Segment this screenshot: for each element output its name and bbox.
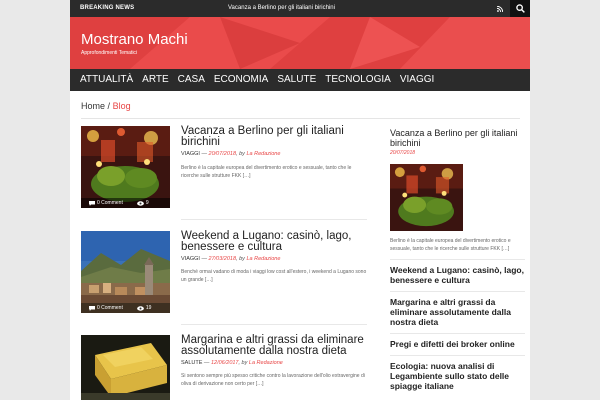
- post-thumbnail[interactable]: 0 Comment 9: [81, 126, 170, 208]
- butter-photo-icon: [81, 335, 170, 400]
- meta-dash: —: [199, 151, 209, 157]
- site-description: Approfondimenti Tematici: [81, 50, 138, 56]
- comment-count-text: 0 Comment: [97, 305, 123, 311]
- top-bar: BREAKING NEWS Vacanza a Berlino per gli …: [70, 0, 530, 17]
- post-author[interactable]: La Redazione: [249, 360, 283, 366]
- breadcrumb-separator: /: [107, 101, 111, 111]
- sidebar-post-link[interactable]: Ecologia: nuova analisi di Legambiente s…: [390, 355, 525, 397]
- post-excerpt: Benché ormai vadano di moda i viaggi low…: [181, 269, 367, 283]
- lake-town-photo-icon: [81, 231, 170, 313]
- post-meta: VIAGGI — 27/03/2018, by La Redazione: [181, 256, 280, 262]
- nightclub-photo-icon: [390, 164, 463, 231]
- post-author[interactable]: La Redazione: [246, 151, 280, 157]
- comment-count[interactable]: 0 Comment: [89, 200, 123, 206]
- meta-by: , by: [236, 151, 247, 157]
- post-title[interactable]: Weekend a Lugano: casinò, lago, benesser…: [181, 230, 367, 253]
- thumb-meta: 0 Comment 9: [81, 198, 170, 208]
- post-date[interactable]: 20/07/2018: [209, 151, 237, 157]
- post-category[interactable]: SALUTE: [181, 360, 202, 366]
- nav-item-salute[interactable]: SALUTE: [277, 69, 316, 91]
- page: BREAKING NEWS Vacanza a Berlino per gli …: [70, 0, 530, 400]
- nav-item-economia[interactable]: ECONOMIA: [214, 69, 268, 91]
- sidebar-featured-excerpt: Berlino è la capitale europea del divert…: [390, 238, 511, 252]
- nav-item-arte[interactable]: ARTE: [142, 69, 169, 91]
- nav-item-casa[interactable]: CASA: [178, 69, 205, 91]
- post-excerpt: Berlino è la capitale europea del divert…: [181, 165, 352, 179]
- sidebar-post-link[interactable]: Pregi e difetti dei broker online: [390, 333, 525, 355]
- nav-item-viaggi[interactable]: VIAGGI: [400, 69, 434, 91]
- rss-button[interactable]: [492, 0, 508, 17]
- meta-by: , by: [238, 360, 249, 366]
- sidebar-post-link[interactable]: Margarina e altri grassi da eliminare as…: [390, 291, 525, 333]
- post-card: 0 Comment 19 Weekend a Lugano: casinò, l…: [81, 230, 367, 325]
- sidebar: Vacanza a Berlino per gli italiani biric…: [390, 128, 530, 397]
- post-divider: [181, 324, 367, 325]
- view-count-text: 9: [145, 200, 149, 206]
- sidebar-featured-date[interactable]: 20/07/2018: [390, 150, 530, 156]
- breadcrumb-home[interactable]: Home: [81, 101, 105, 111]
- nightclub-photo-icon: [81, 126, 170, 208]
- view-count: 19: [136, 305, 152, 311]
- view-count: 9: [136, 200, 149, 206]
- site-title[interactable]: Mostrano Machi: [81, 31, 188, 48]
- meta-dash: —: [202, 360, 211, 366]
- nav-item-tecnologia[interactable]: TECNOLOGIA: [325, 69, 391, 91]
- post-title[interactable]: Vacanza a Berlino per gli italiani biric…: [181, 125, 367, 148]
- comment-icon: [89, 305, 95, 311]
- thumb-meta: 0 Comment 19: [81, 303, 170, 313]
- post-category[interactable]: VIAGGI: [181, 256, 200, 262]
- post-thumbnail[interactable]: [81, 335, 170, 400]
- comment-icon: [89, 200, 95, 206]
- breadcrumb: Home / Blog: [81, 101, 131, 111]
- eye-icon: [136, 200, 144, 206]
- post-thumbnail[interactable]: 0 Comment 19: [81, 231, 170, 313]
- post-excerpt: Si sentono sempre più spesso critiche co…: [181, 373, 365, 387]
- post-category[interactable]: VIAGGI: [181, 151, 200, 157]
- comment-count-text: 0 Comment: [97, 200, 123, 206]
- breadcrumb-divider: [81, 118, 520, 119]
- sidebar-featured-thumbnail[interactable]: [390, 164, 463, 231]
- post-title[interactable]: Margarina e altri grassi da eliminare as…: [181, 334, 367, 357]
- view-count-text: 19: [145, 305, 152, 311]
- rss-icon: [497, 5, 503, 12]
- post-meta: SALUTE — 12/06/2017, by La Redazione: [181, 360, 283, 366]
- search-icon: [515, 4, 525, 13]
- main-nav: ATTUALITÀ ARTE CASA ECONOMIA SALUTE TECN…: [70, 69, 530, 91]
- post-date[interactable]: 12/06/2017: [211, 360, 239, 366]
- post-author[interactable]: La Redazione: [246, 256, 280, 262]
- nav-item-attualita[interactable]: ATTUALITÀ: [80, 69, 133, 91]
- sidebar-featured-title[interactable]: Vacanza a Berlino per gli italiani biric…: [390, 128, 530, 148]
- breaking-news-link[interactable]: Vacanza a Berlino per gli italiani biric…: [228, 0, 335, 17]
- eye-icon: [136, 305, 144, 311]
- meta-by: , by: [236, 256, 247, 262]
- sidebar-post-link[interactable]: Weekend a Lugano: casinò, lago, benesser…: [390, 259, 525, 291]
- meta-dash: —: [199, 256, 209, 262]
- post-meta: VIAGGI — 20/07/2018, by La Redazione: [181, 151, 280, 157]
- post-card: Margarina e altri grassi da eliminare as…: [81, 334, 367, 400]
- post-card: 0 Comment 9 Vacanza a Berlino per gli it…: [81, 125, 367, 220]
- search-button[interactable]: [510, 0, 530, 17]
- site-header: Mostrano Machi Approfondimenti Tematici: [70, 17, 530, 69]
- breaking-news-label: BREAKING NEWS: [80, 5, 135, 11]
- comment-count[interactable]: 0 Comment: [89, 305, 123, 311]
- post-divider: [181, 219, 367, 220]
- breadcrumb-current: Blog: [112, 101, 131, 111]
- post-date[interactable]: 27/03/2018: [209, 256, 237, 262]
